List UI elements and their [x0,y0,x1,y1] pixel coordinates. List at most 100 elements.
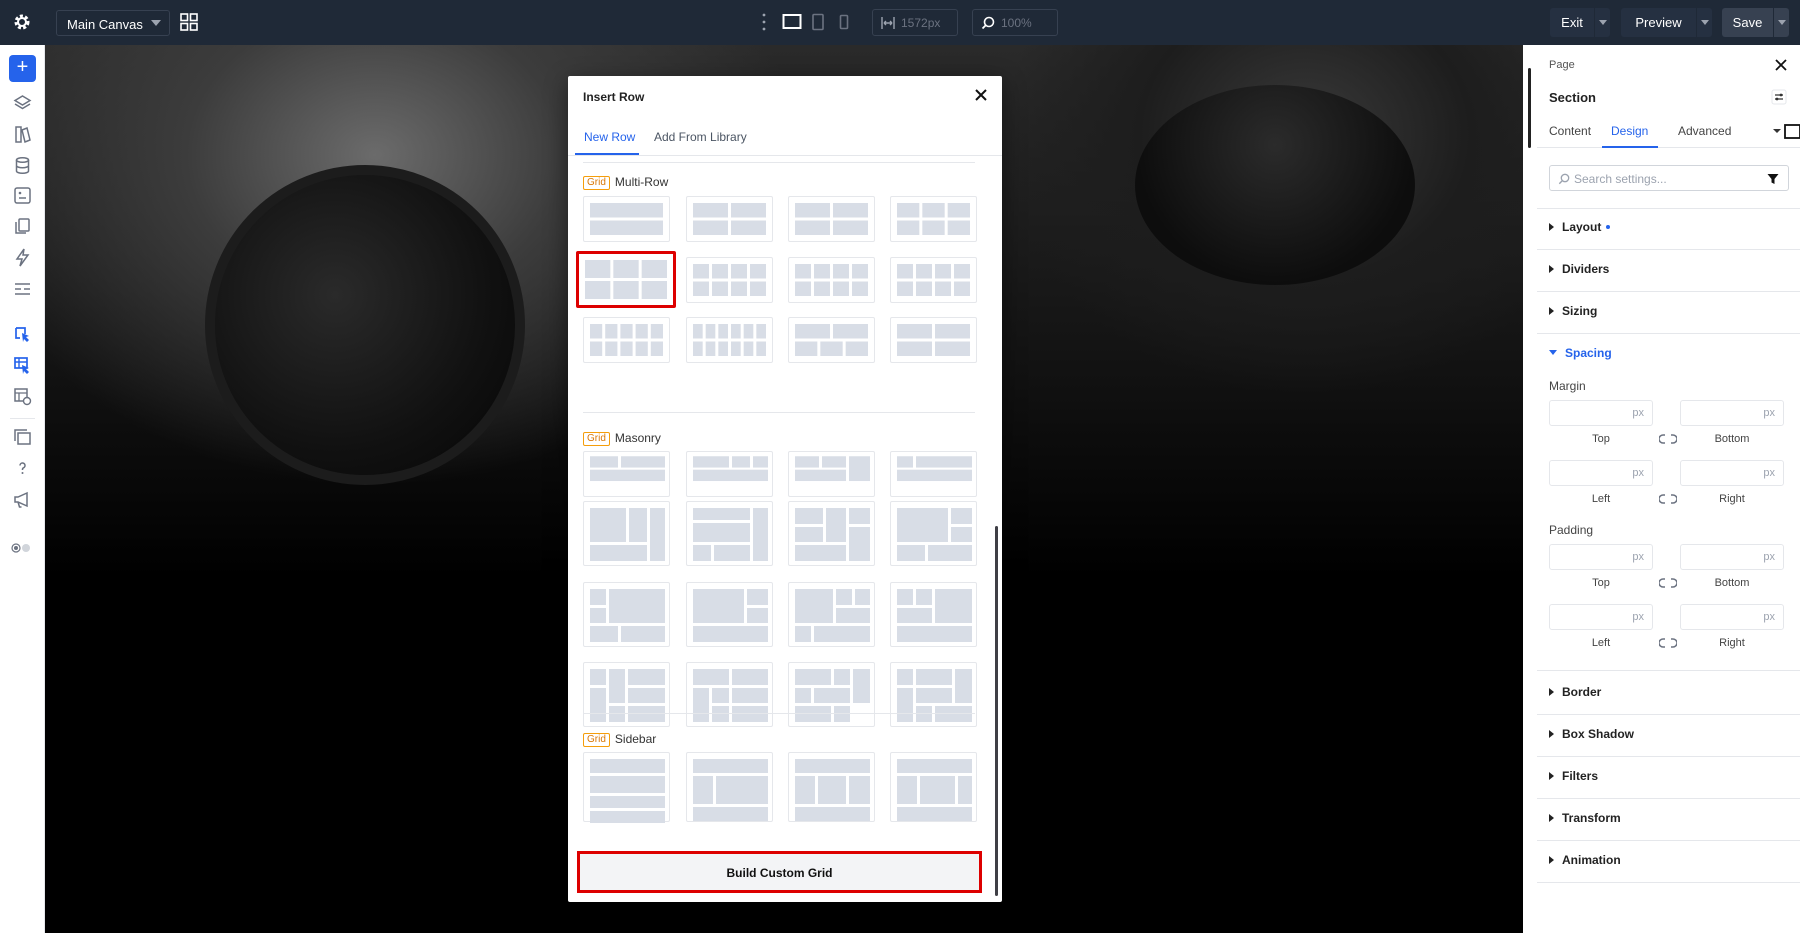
close-icon[interactable] [1775,59,1787,71]
zoom-input[interactable]: 100% [972,9,1058,36]
layout-tile[interactable] [583,317,670,363]
save-button[interactable]: Save [1722,8,1789,37]
layout-tile[interactable] [788,317,875,363]
desktop-view-icon[interactable] [782,13,802,31]
layout-tile[interactable] [686,752,773,822]
tab-content[interactable]: Content [1549,124,1591,138]
accordion-box-shadow[interactable]: Box Shadow [1549,727,1634,741]
interactions-icon[interactable] [13,248,32,267]
theme-builder-icon[interactable] [13,325,32,344]
layout-tile[interactable] [890,662,977,727]
close-icon[interactable] [974,88,988,102]
tab-advanced[interactable]: Advanced [1678,124,1731,138]
layout-tile[interactable] [686,257,773,303]
grid-view-icon[interactable] [180,13,198,31]
template-builder-icon[interactable] [13,356,32,375]
padding-bottom-input[interactable]: px [1680,544,1784,570]
save-dropdown-toggle[interactable] [1773,8,1789,37]
link-icon[interactable] [1659,637,1677,649]
tab-more-icon[interactable] [1773,124,1800,140]
database-icon[interactable] [13,156,32,175]
layout-tile[interactable] [788,501,875,566]
row-layout-list[interactable]: Grid Multi-Row Grid Masonry Grid Sidebar [568,157,1002,902]
layout-tile[interactable] [583,451,670,497]
preview-dropdown-toggle[interactable] [1696,8,1712,37]
layout-tile[interactable] [686,317,773,363]
accordion-sizing[interactable]: Sizing [1549,304,1597,318]
layout-tile[interactable] [686,196,773,242]
padding-right-input[interactable]: px [1680,604,1784,630]
link-icon[interactable] [1659,577,1677,589]
layout-tile[interactable] [890,582,977,647]
canvas-width-input[interactable]: 1572px [872,9,958,36]
padding-left-input[interactable]: px [1549,604,1653,630]
design-library-icon[interactable] [13,125,32,144]
accordion-transform[interactable]: Transform [1549,811,1621,825]
tab-add-from-library[interactable]: Add From Library [654,130,747,144]
margin-right-input[interactable]: px [1680,460,1784,486]
gear-icon[interactable] [12,12,32,32]
modal-scrollbar[interactable] [995,526,998,896]
link-icon[interactable] [1659,433,1677,445]
accordion-layout[interactable]: Layout [1549,220,1611,234]
filter-icon[interactable] [1767,173,1779,185]
accordion-animation[interactable]: Animation [1549,853,1621,867]
accordion-dividers[interactable]: Dividers [1549,262,1609,276]
accordion-spacing[interactable]: Spacing [1549,346,1612,360]
preview-button[interactable]: Preview [1621,8,1712,37]
layout-tile[interactable] [686,501,773,566]
canvas-select[interactable]: Main Canvas [56,10,170,36]
margin-top-input[interactable]: px [1549,400,1653,426]
dynamic-content-icon[interactable] [13,186,32,205]
layout-tile[interactable] [686,451,773,497]
layout-tile[interactable] [890,257,977,303]
accordion-filters[interactable]: Filters [1549,769,1598,783]
layout-tile[interactable] [583,662,670,727]
margin-bottom-input[interactable]: px [1680,400,1784,426]
layout-tile[interactable] [788,196,875,242]
layout-tile[interactable] [890,451,977,497]
tab-design[interactable]: Design [1611,124,1648,138]
exit-button[interactable]: Exit [1550,8,1610,37]
build-custom-grid-button[interactable]: Build Custom Grid [577,851,982,893]
phone-view-icon[interactable] [838,13,850,31]
margin-left-input[interactable]: px [1549,460,1653,486]
accordion-border[interactable]: Border [1549,685,1601,699]
padding-top-input[interactable]: px [1549,544,1653,570]
layers-icon[interactable] [13,94,32,113]
layout-tile[interactable] [686,582,773,647]
layout-tile[interactable] [788,582,875,647]
layout-tile[interactable] [890,196,977,242]
announcements-icon[interactable] [13,490,32,509]
windows-icon[interactable] [13,428,32,447]
tab-new-row[interactable]: New Row [584,130,635,144]
variables-icon[interactable] [13,279,32,298]
panel-scrollbar[interactable] [1528,68,1531,148]
layout-tile[interactable] [788,662,875,727]
dark-mode-toggle[interactable] [11,543,33,553]
layout-tile[interactable] [583,196,670,242]
layout-tile[interactable] [788,451,875,497]
layout-tile[interactable] [890,501,977,566]
layout-tile-selected[interactable] [576,251,676,308]
layout-tile[interactable] [788,257,875,303]
breadcrumb[interactable]: Page [1549,59,1575,71]
element-settings-icon[interactable] [1771,89,1787,105]
accordion-label: Layout [1562,220,1602,234]
layout-tile[interactable] [583,501,670,566]
exit-dropdown-toggle[interactable] [1594,8,1610,37]
page-settings-icon[interactable] [13,387,32,406]
layout-tile[interactable] [890,317,977,363]
tablet-view-icon[interactable] [811,13,825,31]
pages-icon[interactable] [13,217,32,236]
layout-tile[interactable] [890,752,977,822]
settings-search-input[interactable]: Search settings... [1549,165,1789,191]
more-options-icon[interactable] [762,13,766,31]
layout-tile[interactable] [686,662,773,727]
add-element-button[interactable]: + [9,55,36,82]
layout-tile[interactable] [583,752,670,823]
help-icon[interactable] [13,459,32,478]
link-icon[interactable] [1659,493,1677,505]
layout-tile[interactable] [583,582,670,647]
layout-tile[interactable] [788,752,875,822]
